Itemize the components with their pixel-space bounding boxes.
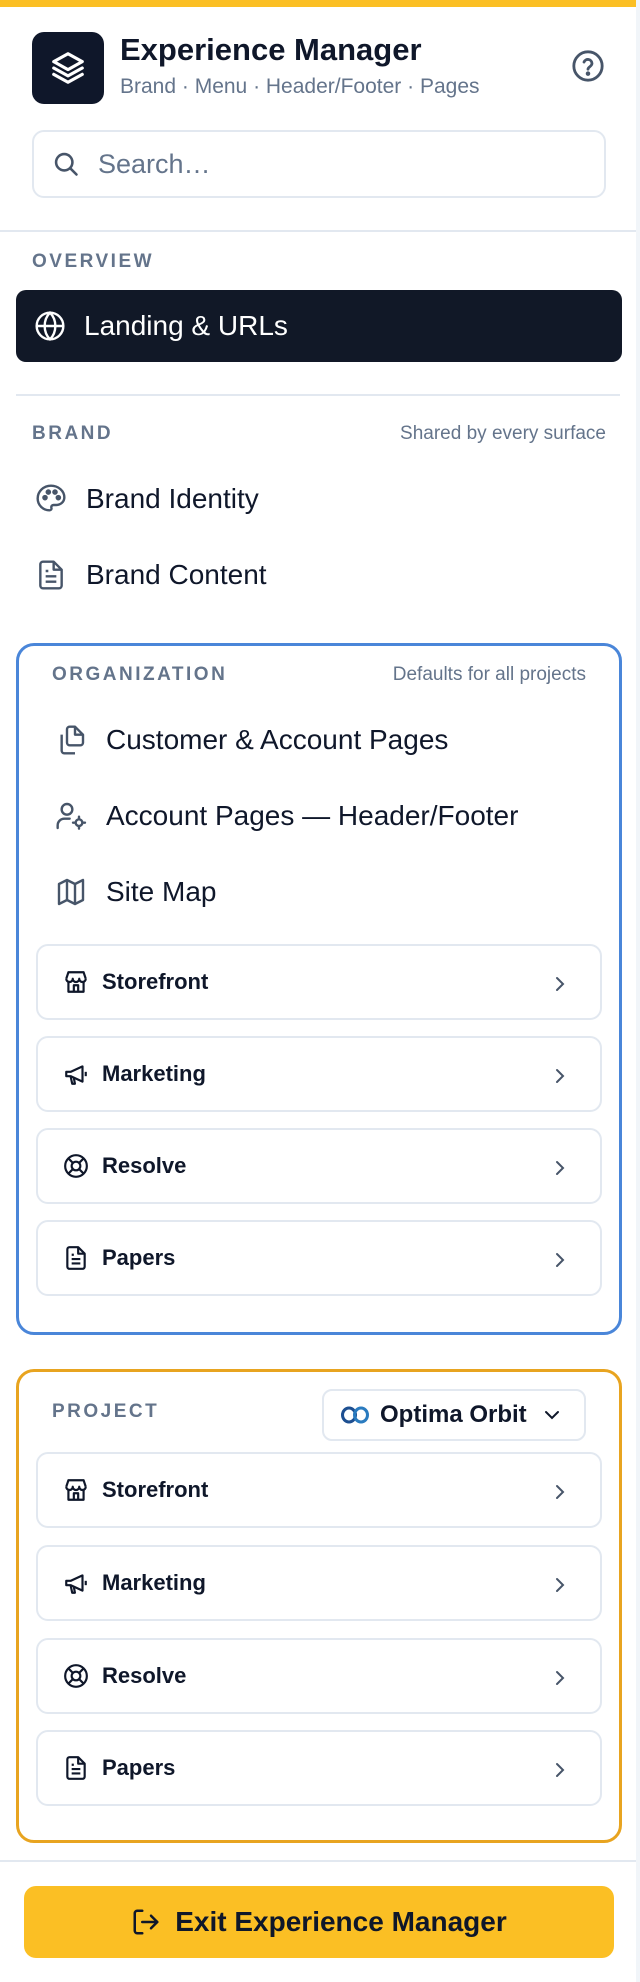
nav-item-site-map[interactable]: Site Map	[54, 862, 217, 922]
search-icon	[52, 149, 82, 179]
store-icon	[62, 968, 90, 996]
search-input[interactable]	[98, 148, 578, 180]
project-name: Optima Orbit	[380, 1401, 527, 1428]
nav-item-label: Brand Content	[86, 559, 267, 590]
palette-icon	[34, 482, 68, 516]
org-card-marketing[interactable]: Marketing	[36, 1036, 602, 1112]
nav-item-label: Customer & Account Pages	[106, 724, 449, 755]
chevron-right-icon	[550, 1156, 570, 1180]
card-label: Resolve	[102, 1663, 187, 1688]
project-card-resolve[interactable]: Resolve	[36, 1638, 602, 1714]
divider	[0, 1860, 636, 1862]
project-card-papers[interactable]: Papers	[36, 1730, 602, 1806]
chevron-down-icon	[542, 1405, 562, 1430]
layers-icon	[32, 32, 104, 104]
nav-item-brand-identity[interactable]: Brand Identity	[34, 469, 259, 529]
nav-item-customer-account-pages[interactable]: Customer & Account Pages	[54, 710, 448, 770]
megaphone-icon	[62, 1569, 90, 1597]
help-circle-icon[interactable]	[568, 46, 608, 86]
card-label: Marketing	[102, 1570, 206, 1595]
nav-item-landing-urls[interactable]: Landing & URLs	[16, 290, 622, 362]
copy-pages-icon	[54, 723, 88, 757]
section-label-project: PROJECT	[52, 1401, 160, 1422]
nav-item-account-pages-header-footer[interactable]: Account Pages — Header/Footer	[54, 786, 518, 846]
user-settings-icon	[54, 799, 88, 833]
store-icon	[62, 1476, 90, 1504]
file-text-icon	[34, 558, 68, 592]
section-note-organization: Defaults for all projects	[392, 664, 586, 685]
nav-item-label: Site Map	[106, 876, 217, 907]
org-card-papers[interactable]: Papers	[36, 1220, 602, 1296]
nav-item-brand-content[interactable]: Brand Content	[34, 545, 267, 605]
chevron-right-icon	[550, 1248, 570, 1272]
chevron-right-icon	[550, 1666, 570, 1690]
panel-header: Experience Manager Brand · Menu · Header…	[32, 32, 608, 104]
nav-item-label: Brand Identity	[86, 483, 259, 514]
section-label-organization: ORGANIZATION	[52, 664, 228, 685]
section-label-overview: OVERVIEW	[32, 251, 155, 272]
exit-experience-manager-button[interactable]: Exit Experience Manager	[24, 1886, 614, 1958]
card-label: Storefront	[102, 969, 209, 994]
lifebuoy-icon	[62, 1152, 90, 1180]
card-label: Papers	[102, 1245, 176, 1270]
file-text-icon	[62, 1244, 90, 1272]
divider	[16, 394, 620, 396]
lifebuoy-icon	[62, 1662, 90, 1690]
chevron-right-icon	[550, 1064, 570, 1088]
section-note-brand: Shared by every surface	[400, 423, 606, 444]
search-box[interactable]	[32, 130, 606, 198]
chevron-right-icon	[550, 1758, 570, 1782]
exit-button-label: Exit Experience Manager	[175, 1906, 507, 1937]
app-subtitle: Brand · Menu · Header/Footer · Pages	[120, 75, 480, 98]
project-selector[interactable]: Optima Orbit	[322, 1389, 586, 1441]
file-text-icon	[62, 1754, 90, 1782]
card-label: Marketing	[102, 1061, 206, 1086]
chevron-right-icon	[550, 972, 570, 996]
divider	[0, 230, 636, 232]
log-out-icon	[131, 1907, 161, 1937]
card-label: Storefront	[102, 1477, 209, 1502]
project-card-storefront[interactable]: Storefront	[36, 1452, 602, 1528]
megaphone-icon	[62, 1060, 90, 1088]
project-card-marketing[interactable]: Marketing	[36, 1545, 602, 1621]
nav-item-label: Landing & URLs	[84, 310, 288, 341]
project-logo-icon	[340, 1404, 370, 1426]
app-title: Experience Manager	[120, 32, 422, 67]
globe-icon	[34, 310, 66, 342]
section-label-brand: BRAND	[32, 423, 114, 444]
nav-item-label: Account Pages — Header/Footer	[106, 800, 519, 831]
org-card-storefront[interactable]: Storefront	[36, 944, 602, 1020]
org-card-resolve[interactable]: Resolve	[36, 1128, 602, 1204]
top-accent-bar	[0, 0, 640, 7]
card-label: Resolve	[102, 1153, 187, 1178]
chevron-right-icon	[550, 1480, 570, 1504]
panel-edge	[636, 0, 640, 1982]
chevron-right-icon	[550, 1573, 570, 1597]
card-label: Papers	[102, 1755, 176, 1780]
map-icon	[54, 875, 88, 909]
